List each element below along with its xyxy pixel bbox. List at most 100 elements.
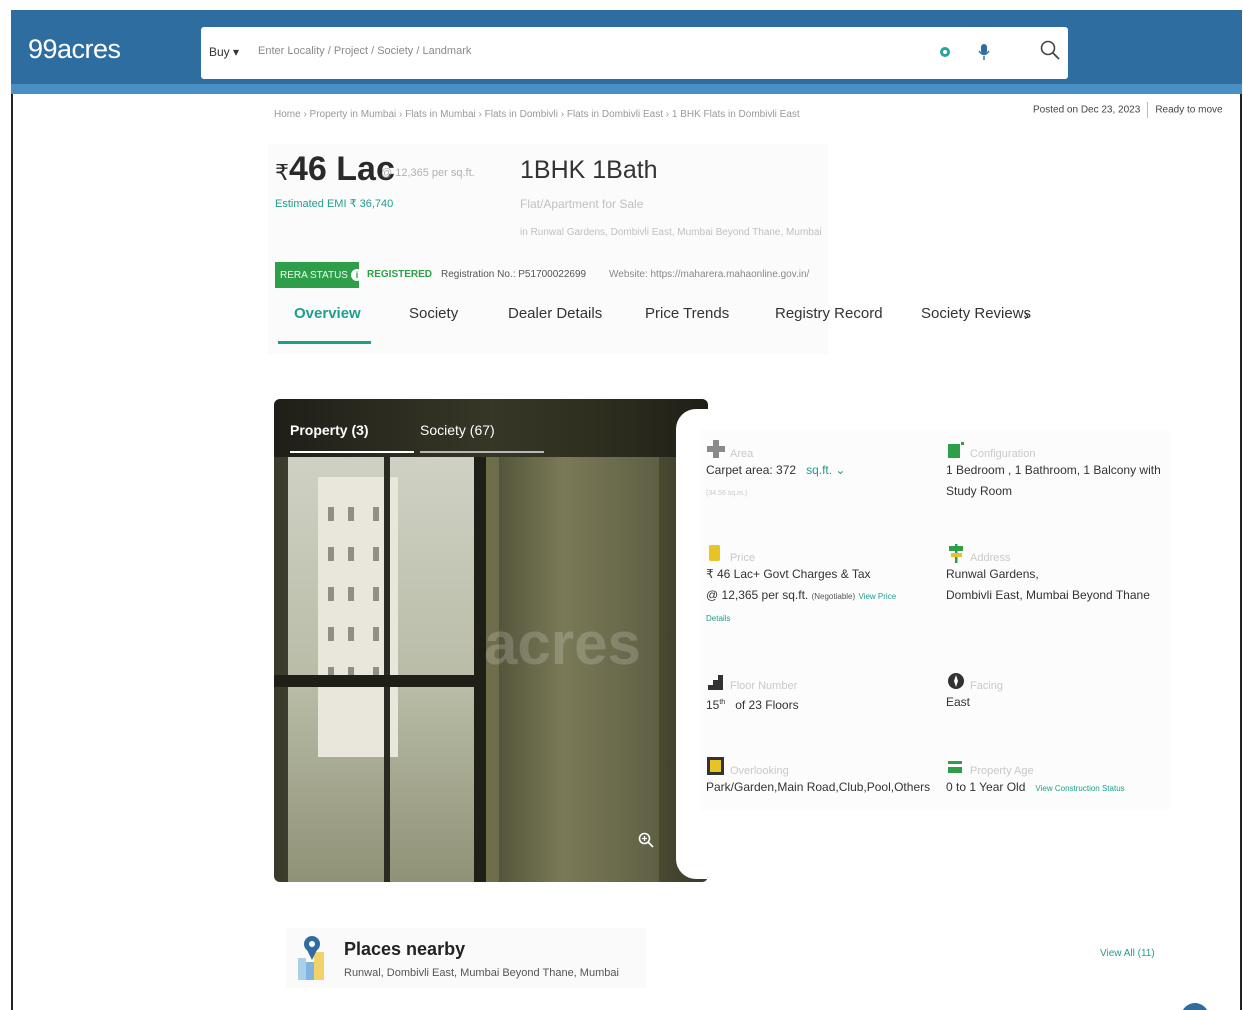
gallery-tab-indicator-active — [290, 451, 414, 453]
overlooking-value: Park/Garden,Main Road,Club,Pool,Others — [706, 780, 931, 794]
places-nearby-subtitle: Runwal, Dombivli East, Mumbai Beyond Tha… — [344, 967, 619, 979]
tab-overview[interactable]: Overview — [294, 305, 361, 322]
floor-label: Floor Number — [730, 680, 798, 692]
floor-number: 15 — [706, 698, 720, 712]
search-icon[interactable] — [1039, 39, 1061, 61]
gallery-window-mullion — [384, 457, 390, 882]
rera-status-badge: RERA STATUS i — [275, 262, 363, 288]
property-age-text: 0 to 1 Year Old — [946, 780, 1026, 794]
overlooking-label: Overlooking — [730, 765, 789, 777]
bed-icon — [948, 442, 964, 458]
facing-label: Facing — [970, 680, 1004, 692]
chevron-down-icon[interactable]: ⌄ — [832, 463, 845, 477]
configuration-label: Configuration — [970, 448, 1036, 460]
price-value: 46 Lac — [289, 150, 395, 188]
configuration-line-2: Study Room — [946, 484, 1013, 498]
zoom-in-icon[interactable] — [637, 831, 655, 849]
detail-facing: Facing East — [946, 670, 1176, 730]
tab-society-reviews[interactable]: Society Reviews — [921, 305, 1031, 322]
price-label: Price — [730, 552, 756, 564]
search-input[interactable]: Enter Locality / Project / Society / Lan… — [258, 45, 471, 57]
price-line-2: @ 12,365 per sq.ft. (Negotiable) View Pr… — [706, 585, 896, 607]
buy-dropdown[interactable]: Buy ▾ — [209, 45, 239, 59]
tabs-next-chevron-icon[interactable]: › — [1024, 307, 1029, 324]
view-construction-status-link[interactable]: View Construction Status — [1035, 784, 1124, 793]
rera-registration-number: Registration No.: P51700022699 — [441, 269, 587, 280]
view-price-details-link[interactable]: View Price — [859, 592, 897, 601]
active-tab-indicator — [278, 341, 371, 344]
posted-divider — [1147, 102, 1149, 118]
tab-price-trends[interactable]: Price Trends — [645, 305, 729, 322]
floor-suffix: th — [719, 699, 726, 706]
price-per-sqft-detail: @ 12,365 per sq.ft. — [706, 588, 809, 602]
photo-gallery[interactable]: acres Property (3) Society (67) — [274, 399, 708, 882]
listing-type: Flat/Apartment for Sale — [520, 197, 644, 211]
detail-price: Price ₹ 46 Lac+ Govt Charges & Tax @ 12,… — [706, 542, 936, 642]
address-label: Address — [970, 552, 1011, 564]
detail-floor: Floor Number 15th of 23 Floors — [706, 670, 936, 730]
rera-website-link[interactable]: Website: https://maharera.mahaonline.gov… — [609, 269, 809, 280]
building-age-icon — [948, 761, 962, 773]
price-per-sqft: @ 12,365 per sq.ft. — [381, 167, 475, 179]
address-line-2: Dombivli East, Mumbai Beyond Thane — [946, 588, 1150, 602]
places-nearby-title: Places nearby — [344, 939, 466, 959]
rera-badge-label: RERA STATUS — [280, 270, 348, 281]
area-label: Area — [730, 448, 754, 460]
tab-society[interactable]: Society — [409, 305, 458, 322]
tab-dealer-details[interactable]: Dealer Details — [508, 305, 602, 322]
listing-address: in Runwal Gardens, Dombivli East, Mumbai… — [520, 227, 822, 238]
gallery-window-rail — [274, 675, 486, 687]
chat-fab-button[interactable] — [1181, 1003, 1209, 1010]
floor-value: 15th of 23 Floors — [706, 692, 799, 716]
rera-registered-status: REGISTERED — [367, 269, 433, 280]
page-border-right — [1240, 10, 1242, 1010]
area-value: Carpet area: 372 sq.ft. ⌄ — [706, 460, 845, 481]
property-age-value: 0 to 1 Year Old View Construction Status — [946, 777, 1125, 799]
location-target-icon[interactable] — [938, 45, 952, 59]
gallery-tab-property[interactable]: Property (3) — [290, 422, 369, 438]
window-view-icon — [707, 757, 724, 775]
info-icon[interactable]: i — [350, 269, 363, 281]
detail-overlooking: Overlooking Park/Garden,Main Road,Club,P… — [706, 755, 936, 815]
header-strip — [11, 84, 1242, 94]
view-price-details-link-cont[interactable]: Details — [706, 614, 730, 623]
signpost-icon — [949, 544, 963, 563]
tab-registry-record[interactable]: Registry Record — [775, 305, 883, 322]
estimated-emi-link[interactable]: Estimated EMI ₹ 36,740 — [275, 197, 393, 210]
area-icon — [707, 440, 725, 458]
price-line-1: ₹ 46 Lac+ Govt Charges & Tax — [706, 567, 871, 581]
posted-date: Posted on Dec 23, 2023 — [1033, 104, 1141, 116]
search-bar: Buy ▾ Enter Locality / Project / Society… — [201, 27, 1068, 79]
rupee-symbol: ₹ — [275, 160, 289, 185]
microphone-icon[interactable] — [977, 43, 991, 61]
posted-info: Posted on Dec 23, 2023 Ready to move — [1033, 102, 1223, 118]
area-unit-dropdown[interactable]: sq.ft. — [806, 463, 832, 477]
gallery-watermark: acres — [484, 610, 641, 677]
property-age-label: Property Age — [970, 765, 1034, 777]
configuration-line-1: 1 Bedroom , 1 Bathroom, 1 Balcony with — [946, 463, 1161, 477]
price-tag-icon — [709, 545, 720, 561]
breadcrumb[interactable]: Home › Property in Mumbai › Flats in Mum… — [274, 109, 800, 120]
places-nearby-card[interactable]: Places nearby Runwal, Dombivli East, Mum… — [286, 928, 646, 988]
address-line-1: Runwal Gardens, — [946, 567, 1039, 581]
carpet-area-text: Carpet area: 372 — [706, 463, 797, 477]
page-border-left — [11, 10, 13, 1010]
detail-address: Address Runwal Gardens, Dombivli East, M… — [946, 542, 1176, 642]
facing-value: East — [946, 695, 971, 709]
stairs-icon — [708, 675, 723, 690]
property-details: Area Carpet area: 372 sq.ft. ⌄ (34.56 sq… — [700, 430, 1170, 810]
listing-configuration: 1BHK 1Bath — [520, 156, 658, 184]
gallery-tab-indicator — [420, 451, 544, 453]
detail-configuration: Configuration 1 Bedroom , 1 Bathroom, 1 … — [946, 438, 1176, 528]
area-sqm: (34.56 sq.m.) — [706, 490, 748, 497]
listing-price: ₹46 Lac — [275, 150, 395, 189]
compass-icon — [948, 673, 964, 689]
detail-property-age: Property Age 0 to 1 Year Old View Constr… — [946, 755, 1176, 815]
view-all-places-link[interactable]: View All (11) — [1100, 948, 1155, 959]
site-logo[interactable]: 99acres — [28, 34, 121, 65]
possession-status: Ready to move — [1155, 104, 1223, 116]
detail-area: Area Carpet area: 372 sq.ft. ⌄ (34.56 sq… — [706, 438, 936, 528]
negotiable-tag: (Negotiable) — [811, 592, 856, 601]
map-pin-icon — [298, 936, 324, 980]
gallery-tab-society[interactable]: Society (67) — [420, 422, 495, 438]
